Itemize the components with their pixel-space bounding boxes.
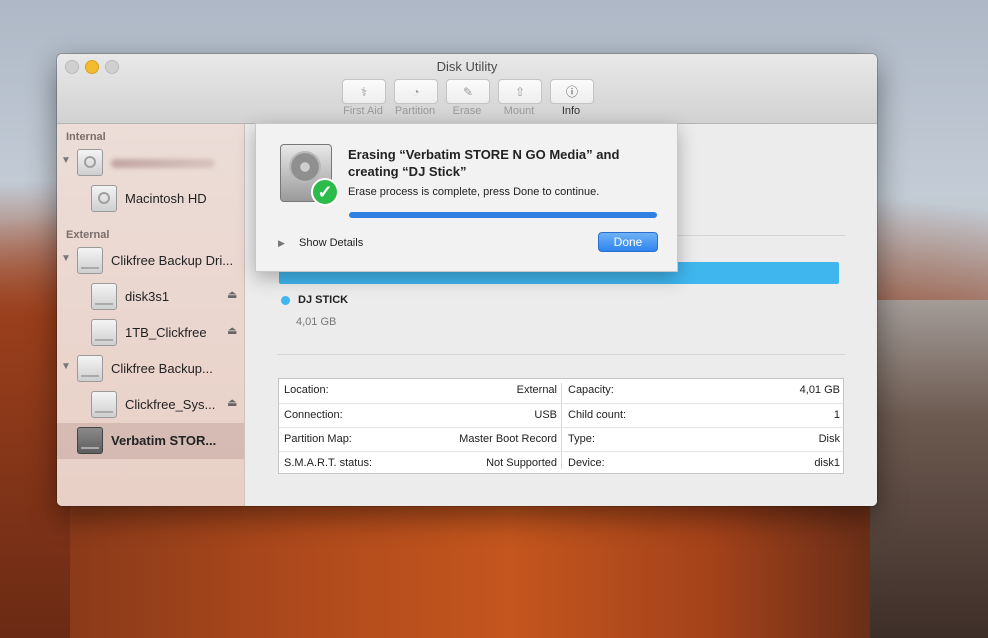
info-value: Disk [818,433,840,445]
hd-volume-icon [91,185,117,212]
mount-button[interactable]: ⇧ [498,79,542,104]
sidebar-item-label: 1TB_Clickfree [125,325,207,340]
info-value: disk1 [814,457,840,469]
external-disk-icon [77,355,103,382]
sidebar-header-internal: Internal [66,131,106,143]
info-key: Type: [568,433,595,445]
sidebar: Internal ▼ Macintosh HD External ▼ Clikf… [57,124,245,506]
pie-icon: ◔ [412,84,420,99]
stethoscope-icon: ⚕ [360,84,368,99]
external-disk-icon [77,247,103,274]
partition-button[interactable]: ◔ [394,79,438,104]
info-value: External [516,384,557,396]
legend-dot [281,296,290,305]
sidebar-item-verbatim-store[interactable]: Verbatim STOR... [57,423,244,459]
sidebar-item-1tb-clickfree[interactable]: 1TB_Clickfree ⏏ [57,315,244,351]
table-row: S.M.A.R.T. status: Not Supported Device:… [279,451,845,476]
info-label: Info [561,105,581,117]
sidebar-item-label: Clickfree_Sys... [125,397,216,412]
sidebar-item-label: Clikfree Backup Dri... [111,253,234,268]
info-value: 1 [833,409,840,421]
info-button[interactable]: ⓘ [550,79,594,104]
volume-icon [91,283,117,310]
volume-icon [91,319,117,346]
show-details-toggle[interactable]: Show Details [299,237,363,249]
info-value: Not Supported [486,457,557,469]
sidebar-item-label: Macintosh HD [125,191,207,206]
info-key: Connection: [284,409,343,421]
info-icon: ⓘ [565,85,578,99]
window-title: Disk Utility [436,59,498,74]
titlebar: Disk Utility ⚕ First Aid ◔ Partition ✎ E… [57,54,877,124]
sidebar-item-label: Verbatim STOR... [111,433,217,448]
table-row: Connection: USB Child count: 1 [279,403,845,428]
disclosure-triangle-icon[interactable]: ▼ [61,361,71,372]
sidebar-item-macintosh-hd[interactable]: Macintosh HD [57,181,244,217]
info-key: Device: [568,457,605,469]
info-key: Child count: [568,409,627,421]
internal-disk-icon [77,149,103,176]
info-value: 4,01 GB [799,384,840,396]
info-value: USB [534,409,557,421]
disk-utility-window: Disk Utility ⚕ First Aid ◔ Partition ✎ E… [57,54,877,506]
volume-size: 4,01 GB [296,316,337,328]
wallpaper-rock-right [860,300,988,638]
info-value: Master Boot Record [459,433,557,445]
table-row: Partition Map: Master Boot Record Type: … [279,427,845,452]
sidebar-item-clikfree-backup-drive[interactable]: ▼ Clikfree Backup Dri... [57,243,244,279]
sidebar-item-internal-disk[interactable]: ▼ [57,145,244,181]
divider [277,354,845,355]
wallpaper-rock-bottom [70,506,870,638]
sidebar-item-clickfree-sys[interactable]: Clickfree_Sys... ⏏ [57,387,244,423]
info-key: S.M.A.R.T. status: [284,457,373,469]
sidebar-item-label: disk3s1 [125,289,170,304]
disclosure-triangle-icon[interactable]: ▶ [278,238,285,249]
first-aid-button[interactable]: ⚕ [342,79,386,104]
info-table: Location: External Capacity: 4,01 GB Con… [278,378,845,476]
erase-icon: ✎ [462,84,474,99]
disclosure-triangle-icon[interactable]: ▼ [61,155,71,166]
info-key: Location: [284,384,329,396]
sidebar-header-external: External [66,229,110,241]
erase-button[interactable]: ✎ [446,79,490,104]
volume-name: DJ STICK [298,294,349,306]
done-button[interactable]: Done [598,232,658,252]
sidebar-item-disk3s1[interactable]: disk3s1 ⏏ [57,279,244,315]
info-key: Capacity: [568,384,614,396]
erase-complete-sheet: ✓ Erasing “Verbatim STORE N GO Media” an… [255,123,678,272]
redacted-disk-name [111,159,215,168]
eject-icon[interactable]: ⏏ [227,396,237,409]
disclosure-triangle-icon[interactable]: ▼ [61,253,71,264]
progress-bar [349,212,657,218]
table-row: Location: External Capacity: 4,01 GB [279,379,845,403]
sheet-message: Erase process is complete, press Done to… [348,186,600,198]
volume-icon [91,391,117,418]
sidebar-item-clikfree-backup[interactable]: ▼ Clikfree Backup... [57,351,244,387]
external-disk-icon [77,427,103,454]
checkmark-icon: ✓ [311,178,339,206]
sidebar-item-label: Clikfree Backup... [111,361,213,376]
eject-icon[interactable]: ⏏ [227,324,237,337]
eject-icon[interactable]: ⏏ [227,288,237,301]
info-key: Partition Map: [284,433,352,445]
sheet-title: Erasing “Verbatim STORE N GO Media” and … [348,147,620,179]
mount-icon: ⇧ [514,84,526,99]
